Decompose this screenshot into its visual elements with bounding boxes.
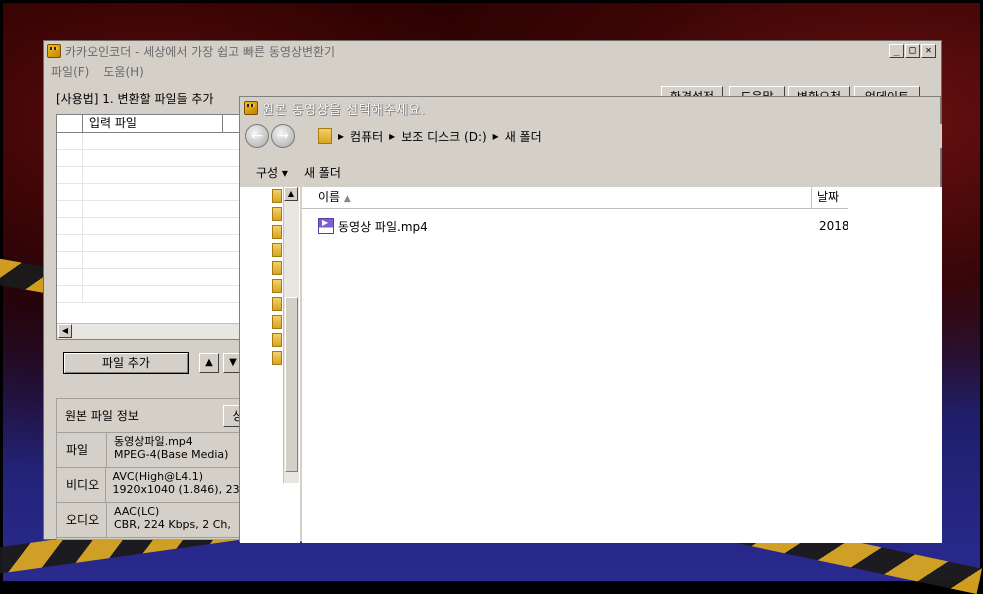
list-row[interactable] [57, 286, 245, 303]
folder-icon[interactable] [272, 207, 282, 221]
organize-menu[interactable]: 구성 ▾ [240, 164, 288, 181]
folder-icon[interactable] [272, 351, 282, 365]
list-rows [57, 133, 245, 323]
back-icon[interactable]: ← [245, 124, 269, 148]
menubar: 파일(F) 도움(H) [44, 61, 941, 81]
info-title: 원본 파일 정보 상 [57, 399, 253, 433]
info-value-line: AVC(High@L4.1) [112, 470, 204, 483]
move-up-icon[interactable]: ▲ [199, 353, 219, 373]
folder-icon[interactable] [272, 225, 282, 239]
info-value-line: AAC(LC) [114, 505, 160, 518]
video-file-icon [318, 218, 334, 234]
scroll-up-icon[interactable]: ▲ [284, 187, 298, 201]
open-file-dialog: 원본 동영상을 선택해주세요. ← → ▸ 컴퓨터 ▸ 보조 디스크 (D:) … [239, 96, 942, 543]
dialog-toolbar: 구성 ▾ 새 폴더 [240, 157, 942, 187]
column-date[interactable]: 날짜 [812, 187, 848, 208]
file-list[interactable]: 이름 ▲ 날짜 동영상 파일.mp4 2018- [302, 187, 848, 543]
list-row[interactable] [57, 235, 245, 252]
breadcrumb-folder[interactable]: 새 폴더 [505, 128, 542, 145]
close-button[interactable]: ✕ [921, 44, 936, 58]
list-header: 입력 파일 [57, 115, 245, 133]
info-value-line: 동영상파일.mp4 [114, 435, 193, 448]
list-row[interactable] [57, 167, 245, 184]
minimize-button[interactable]: _ [889, 44, 904, 58]
dialog-navigation: ← → ▸ 컴퓨터 ▸ 보조 디스크 (D:) ▸ 새 폴더 [240, 119, 942, 155]
file-item[interactable]: 동영상 파일.mp4 2018- [318, 217, 848, 235]
list-row[interactable] [57, 201, 245, 218]
scroll-left-icon[interactable]: ◀ [58, 324, 72, 338]
address-bar[interactable]: ▸ 컴퓨터 ▸ 보조 디스크 (D:) ▸ 새 폴더 [312, 124, 942, 148]
folder-icon[interactable] [272, 279, 282, 293]
info-label: 파일 [57, 433, 107, 467]
info-value: 동영상파일.mp4 MPEG-4(Base Media) [107, 433, 228, 467]
folder-icon[interactable] [272, 333, 282, 347]
file-list-header: 이름 ▲ 날짜 [302, 187, 848, 209]
list-row[interactable] [57, 218, 245, 235]
info-row-audio: 오디오 AAC(LC) CBR, 224 Kbps, 2 Ch, [57, 503, 245, 538]
folder-icon [318, 128, 332, 144]
list-row[interactable] [57, 150, 245, 167]
breadcrumb-separator-icon[interactable]: ▸ [493, 129, 499, 143]
info-label: 오디오 [57, 503, 107, 537]
maximize-button[interactable]: □ [905, 44, 920, 58]
add-file-button[interactable]: 파일 추가 [63, 352, 189, 374]
info-value: AAC(LC) CBR, 224 Kbps, 2 Ch, [107, 503, 231, 537]
info-value-line: MPEG-4(Base Media) [114, 448, 229, 461]
info-value-line: CBR, 224 Kbps, 2 Ch, [114, 518, 231, 531]
list-row[interactable] [57, 133, 245, 150]
dialog-right-area [848, 187, 942, 543]
usage-text: [사용법] 1. 변환할 파일들 추가 [56, 91, 214, 106]
organize-label: 구성 [256, 165, 279, 180]
source-file-info: 원본 파일 정보 상 파일 동영상파일.mp4 MPEG-4(Base Medi… [56, 398, 253, 540]
file-name: 동영상 파일.mp4 [338, 219, 428, 234]
breadcrumb-drive[interactable]: 보조 디스크 (D:) [401, 128, 486, 145]
info-value-line: 1920x1040 (1.846), 23.9 [112, 483, 245, 496]
input-file-list[interactable]: 입력 파일 ◀ [56, 114, 246, 340]
list-row[interactable] [57, 252, 245, 269]
list-horizontal-scrollbar[interactable]: ◀ [57, 323, 245, 339]
tree-vertical-scrollbar[interactable]: ▲ [283, 187, 299, 483]
column-name[interactable]: 이름 ▲ [302, 187, 812, 208]
column-name-label: 이름 [318, 190, 341, 204]
window-controls: _ □ ✕ [889, 44, 936, 58]
info-label: 비디오 [57, 468, 106, 502]
main-window-title: 카카오인코더 - 세상에서 가장 쉽고 빠른 동영상변환기 [65, 44, 336, 59]
info-row-file: 파일 동영상파일.mp4 MPEG-4(Base Media) [57, 433, 245, 468]
folder-icon[interactable] [272, 315, 282, 329]
breadcrumb-separator-icon[interactable]: ▸ [338, 129, 344, 143]
folder-icon[interactable] [272, 261, 282, 275]
file-date: 2018- [819, 219, 848, 233]
app-icon [47, 44, 61, 58]
tree-folders [272, 189, 282, 369]
info-value: AVC(High@L4.1) 1920x1040 (1.846), 23.9 [106, 468, 245, 502]
menu-file[interactable]: 파일(F) [51, 63, 89, 80]
app-icon [244, 101, 258, 115]
dialog-titlebar: 원본 동영상을 선택해주세요. [240, 97, 940, 119]
dialog-title: 원본 동영상을 선택해주세요. [262, 102, 426, 118]
breadcrumb-computer[interactable]: 컴퓨터 [350, 128, 383, 145]
breadcrumb-separator-icon[interactable]: ▸ [389, 129, 395, 143]
input-file-column[interactable]: 입력 파일 [83, 115, 223, 132]
main-titlebar: 카카오인코더 - 세상에서 가장 쉽고 빠른 동영상변환기 _ □ ✕ [44, 41, 941, 61]
info-row-video: 비디오 AVC(High@L4.1) 1920x1040 (1.846), 23… [57, 468, 245, 503]
list-row[interactable] [57, 184, 245, 201]
list-row[interactable] [57, 269, 245, 286]
sort-ascending-icon: ▲ [343, 194, 351, 204]
new-folder-button[interactable]: 새 폴더 [288, 164, 341, 181]
menu-help[interactable]: 도움(H) [103, 63, 143, 80]
info-title-text: 원본 파일 정보 [65, 409, 139, 423]
nav-buttons: ← → [245, 124, 295, 148]
usage-instructions: [사용법] 1. 변환할 파일들 추가 [56, 87, 214, 109]
forward-icon[interactable]: → [271, 124, 295, 148]
folder-icon[interactable] [272, 189, 282, 203]
scroll-thumb[interactable] [285, 297, 298, 472]
folder-icon[interactable] [272, 243, 282, 257]
folder-icon[interactable] [272, 297, 282, 311]
